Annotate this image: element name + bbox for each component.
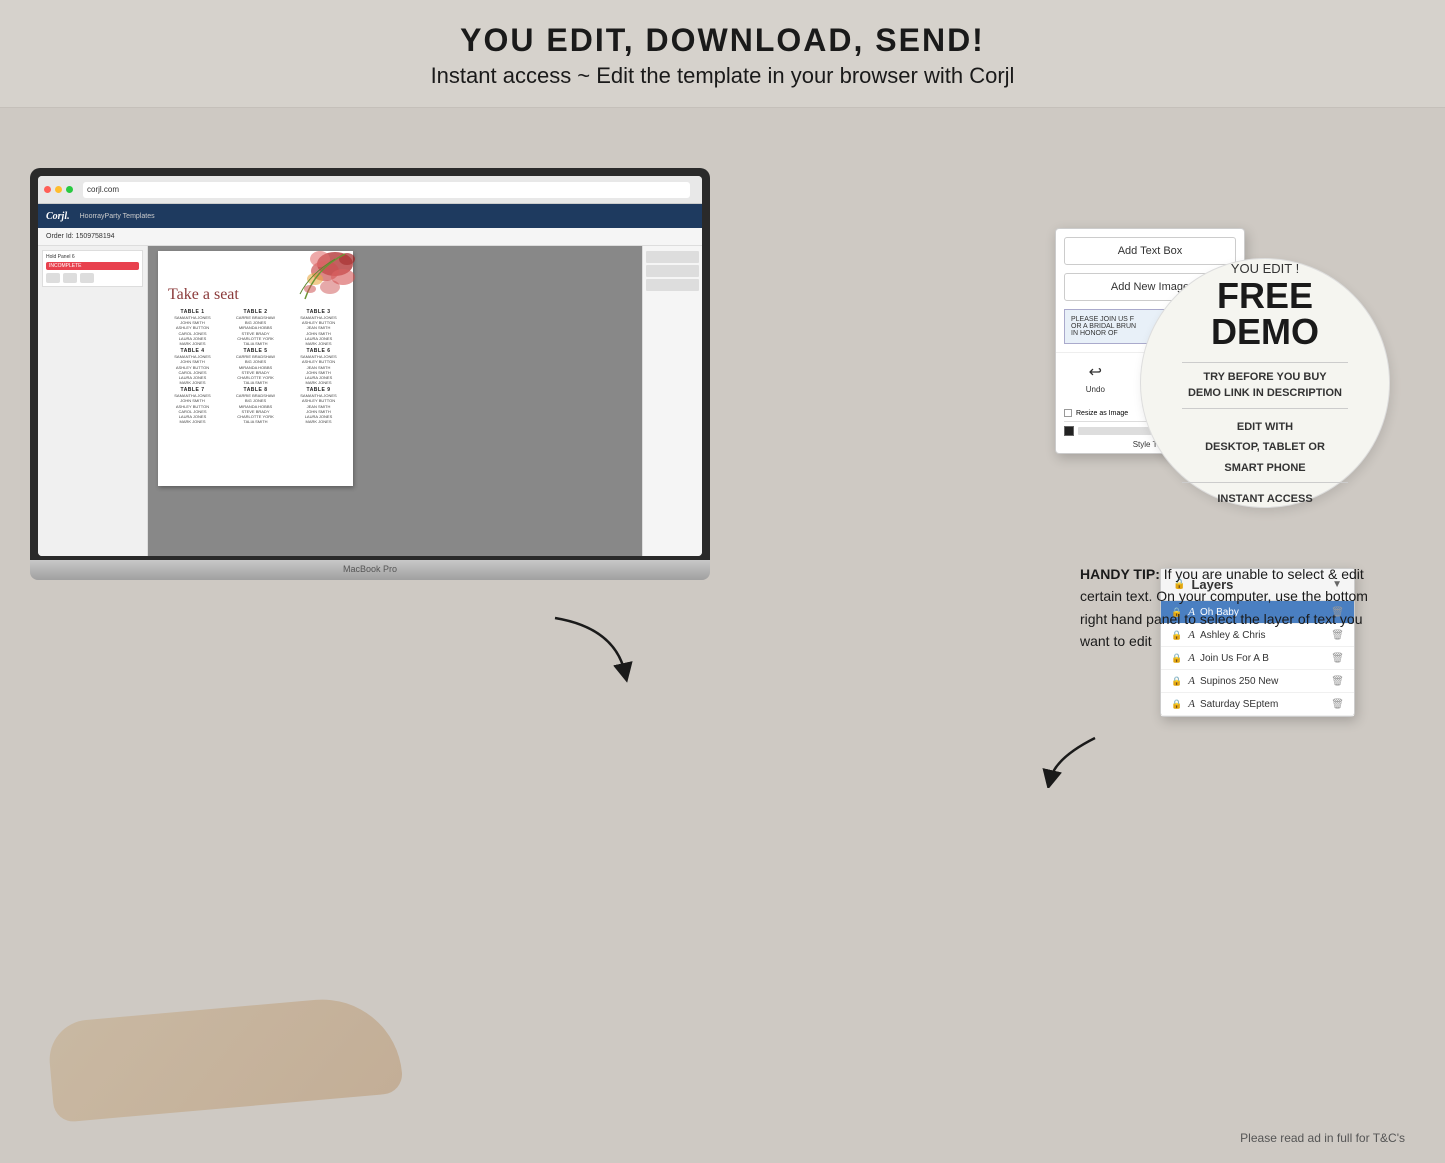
seating-table-item: TABLE 8CARRIE BRADSHAWBIG JONESMIRANDA H…: [225, 387, 286, 424]
corjl-brand: HoorrayParty Templates: [80, 213, 155, 220]
order-bar: Order Id: 1509758194: [38, 228, 702, 246]
demo-instant-label: INSTANT ACCESS: [1217, 493, 1312, 505]
seating-table-item: TABLE 6SAMANTHA JONESASHLEY BUTTONJEAN S…: [288, 348, 349, 385]
layer-lock-icon: 🔒: [1171, 653, 1182, 664]
handy-tip-label: HANDY TIP:: [1080, 566, 1160, 582]
demo-divider-3: [1182, 482, 1348, 483]
resize-checkbox[interactable]: [1064, 409, 1072, 417]
seating-table-item: TABLE 2CARRIE BRADSHAWBIG JONESMIRANDA H…: [225, 309, 286, 346]
mini-field: Hold Panel 6: [46, 254, 139, 260]
demo-you-edit: YOU EDIT !: [1231, 261, 1299, 276]
undo-label: Undo: [1086, 385, 1105, 394]
seating-table-item: TABLE 5CARRIE BRADSHAWBIG JONESMIRANDA H…: [225, 348, 286, 385]
minimize-dot: [55, 186, 62, 193]
laptop-screen-inner: corjl.com Corjl. HoorrayParty Templates …: [38, 176, 702, 556]
resize-label: Resize as Image: [1076, 410, 1128, 417]
mini-preview: Hold Panel 6 INCOMPLETE: [42, 250, 143, 287]
browser-url: corjl.com: [83, 182, 690, 198]
editor-area: Hold Panel 6 INCOMPLETE: [38, 246, 702, 556]
action-icon-3[interactable]: [80, 273, 94, 283]
seating-card-header: Take a seat: [158, 251, 353, 306]
toolbar-item: [646, 279, 699, 291]
close-dot: [44, 186, 51, 193]
layer-item[interactable]: 🔒 A Saturday SEptem 🗑: [1161, 693, 1354, 716]
add-text-box-button[interactable]: Add Text Box: [1064, 237, 1236, 265]
demo-free-label: FREE: [1217, 278, 1313, 314]
floral-decoration: [275, 249, 355, 304]
seating-table-item: TABLE 9SAMANTHA JONESASHLEY BUTTONJEAN S…: [288, 387, 349, 424]
curved-arrow-2: [1035, 728, 1115, 788]
maximize-dot: [66, 186, 73, 193]
main-area: corjl.com Corjl. HoorrayParty Templates …: [0, 108, 1445, 1163]
demo-try-label: TRY BEFORE YOU BUY: [1203, 369, 1326, 386]
demo-demo-label: DEMO: [1211, 314, 1319, 350]
seating-title: Take a seat: [168, 286, 239, 304]
undo-tool[interactable]: ↩ Undo: [1084, 361, 1106, 394]
demo-edit-label: EDIT WITH: [1237, 419, 1293, 436]
laptop-screen-outer: corjl.com Corjl. HoorrayParty Templates …: [30, 168, 710, 560]
seating-table-grid: TABLE 1SAMANTHA JONESJOHN SMITHASHLEY BU…: [158, 306, 353, 427]
action-icon-2[interactable]: [63, 273, 77, 283]
color-swatch[interactable]: [1064, 426, 1074, 436]
order-id: Order Id: 1509758194: [46, 233, 115, 240]
layer-delete-icon[interactable]: 🗑: [1331, 676, 1344, 687]
layer-type-icon: A: [1188, 652, 1195, 664]
layer-delete-icon[interactable]: 🗑: [1331, 653, 1344, 664]
free-demo-circle: YOU EDIT ! FREE DEMO TRY BEFORE YOU BUY …: [1140, 258, 1390, 508]
seating-table-item: TABLE 1SAMANTHA JONESJOHN SMITHASHLEY BU…: [162, 309, 223, 346]
corjl-logo: Corjl.: [46, 211, 70, 222]
top-banner: YOU EDIT, DOWNLOAD, SEND! Instant access…: [0, 0, 1445, 108]
seating-table-item: TABLE 3SAMANTHA JONESASHLEY BUTTONJEAN S…: [288, 309, 349, 346]
corjl-nav: Corjl. HoorrayParty Templates: [38, 204, 702, 228]
demo-devices-label: DESKTOP, TABLET OR: [1205, 439, 1325, 456]
seating-chart-card: Take a seat TABLE 1SAMANTHA JONESJOHN SM…: [158, 251, 353, 486]
status-badge: INCOMPLETE: [46, 262, 139, 270]
demo-divider-2: [1182, 408, 1348, 409]
bottom-text: Please read ad in full for T&C's: [1240, 1131, 1405, 1145]
action-icons: [46, 273, 139, 283]
layer-type-icon: A: [1188, 698, 1195, 710]
browser-chrome: corjl.com: [38, 176, 702, 204]
corjl-nav-items: HoorrayParty Templates: [80, 213, 155, 220]
editor-left-panel: Hold Panel 6 INCOMPLETE: [38, 246, 148, 556]
handy-tip-section: HANDY TIP: If you are unable to select &…: [1080, 563, 1390, 653]
undo-icon: ↩: [1084, 361, 1106, 383]
action-icon-1[interactable]: [46, 273, 60, 283]
banner-title: YOU EDIT, DOWNLOAD, SEND!: [20, 22, 1425, 59]
editor-canvas: Take a seat TABLE 1SAMANTHA JONESJOHN SM…: [148, 246, 642, 556]
seating-table-item: TABLE 7SAMANTHA JONESJOHN SMITHASHLEY BU…: [162, 387, 223, 424]
toolbar-item: [646, 265, 699, 277]
layer-text-label: Join Us For A B: [1200, 653, 1327, 664]
toolbar-item: [646, 251, 699, 263]
layer-item[interactable]: 🔒 A Supinos 250 New 🗑: [1161, 670, 1354, 693]
editor-right-toolbar: [642, 246, 702, 556]
hand-decoration: [46, 993, 403, 1123]
layer-type-icon: A: [1188, 675, 1195, 687]
laptop-mockup: corjl.com Corjl. HoorrayParty Templates …: [30, 168, 710, 580]
demo-demo-link: DEMO LINK IN DESCRIPTION: [1188, 385, 1342, 402]
seating-table-item: TABLE 4SAMANTHA JONESJOHN SMITHASHLEY BU…: [162, 348, 223, 385]
curved-arrow-1: [535, 608, 655, 688]
demo-smartphone-label: SMART PHONE: [1224, 460, 1305, 477]
layer-lock-icon: 🔒: [1171, 699, 1182, 710]
demo-divider-1: [1182, 362, 1348, 363]
laptop-brand: MacBook Pro: [30, 560, 710, 574]
laptop-base: MacBook Pro: [30, 560, 710, 580]
banner-subtitle: Instant access ~ Edit the template in yo…: [20, 63, 1425, 89]
layer-lock-icon: 🔒: [1171, 676, 1182, 687]
layer-delete-icon[interactable]: 🗑: [1331, 699, 1344, 710]
layer-text-label: Saturday SEptem: [1200, 699, 1327, 710]
layer-text-label: Supinos 250 New: [1200, 676, 1327, 687]
